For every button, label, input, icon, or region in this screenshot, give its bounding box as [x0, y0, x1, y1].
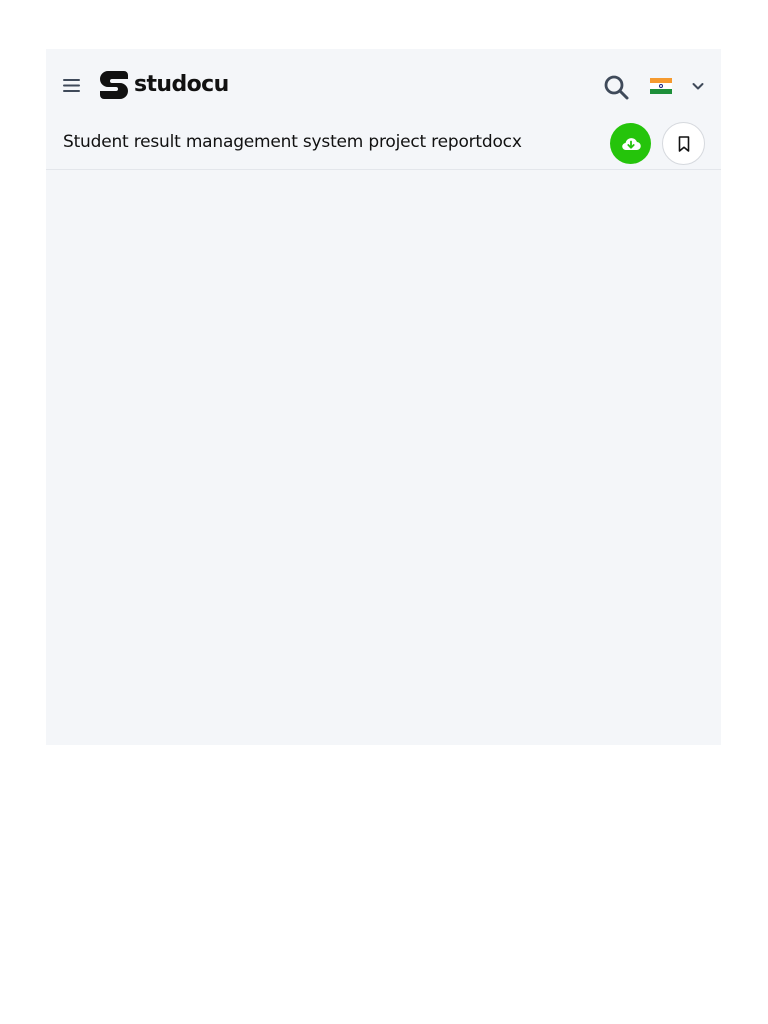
document-viewer-frame: studocu Student result management system… [46, 49, 721, 745]
download-button[interactable] [610, 123, 651, 164]
india-flag-icon [650, 78, 672, 94]
document-title: Student result management system project… [63, 132, 522, 152]
studocu-logo-mark-icon [100, 71, 128, 99]
document-header-bar: Student result management system project… [46, 121, 721, 170]
cloud-download-icon [621, 137, 641, 150]
search-icon[interactable] [602, 73, 630, 101]
studocu-logo[interactable]: studocu [98, 69, 229, 101]
bookmark-icon [678, 135, 689, 152]
top-navigation-bar: studocu [46, 49, 721, 121]
hamburger-menu-icon[interactable] [62, 76, 82, 94]
language-selector[interactable] [646, 73, 708, 99]
brand-name: studocu [134, 72, 229, 97]
document-content-area [46, 170, 721, 745]
chevron-down-icon [692, 83, 704, 90]
bookmark-button[interactable] [662, 122, 705, 165]
